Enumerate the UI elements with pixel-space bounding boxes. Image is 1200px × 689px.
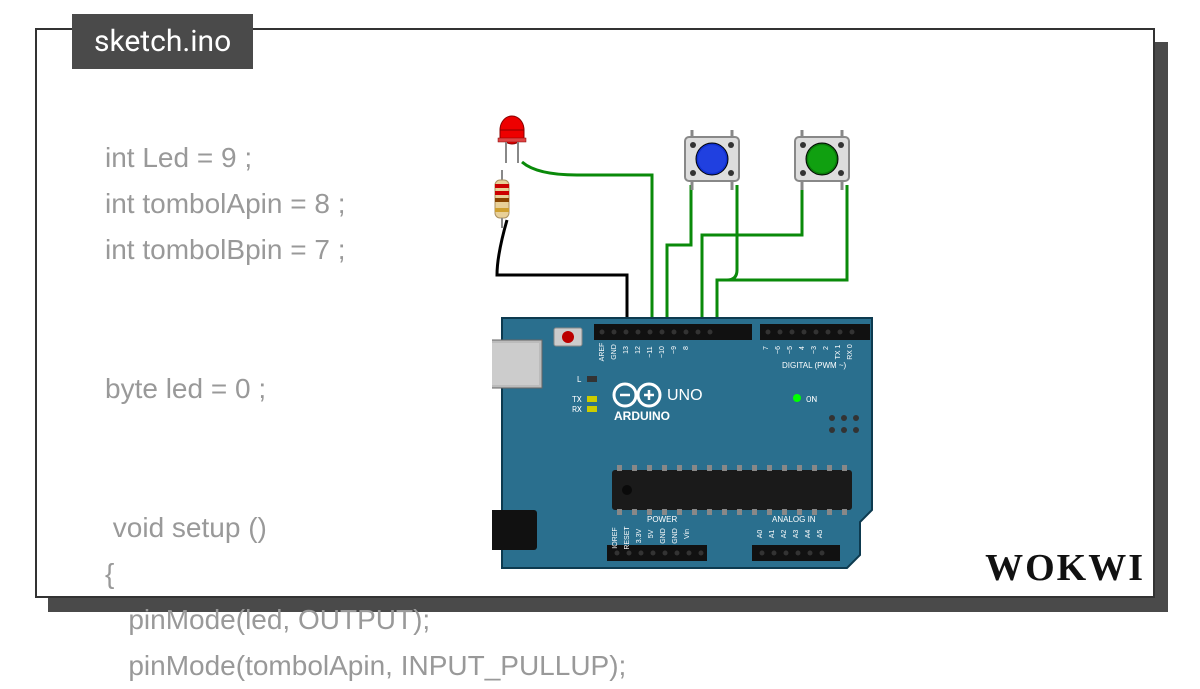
svg-text:A2: A2 bbox=[781, 530, 788, 539]
svg-text:GND: GND bbox=[611, 344, 618, 360]
svg-text:A1: A1 bbox=[769, 530, 776, 539]
wokwi-logo: WOKWI bbox=[985, 546, 1145, 590]
svg-text:GND: GND bbox=[660, 528, 667, 544]
board-brand-label: ARDUINO bbox=[614, 409, 670, 423]
svg-text:A5: A5 bbox=[817, 530, 824, 539]
svg-text:A3: A3 bbox=[793, 530, 800, 539]
svg-text:~10: ~10 bbox=[659, 346, 666, 358]
power-header-label: POWER bbox=[647, 515, 677, 524]
svg-text:A4: A4 bbox=[805, 530, 812, 539]
rx-led-label: RX bbox=[572, 405, 582, 414]
tx-led-label: TX bbox=[572, 395, 582, 404]
svg-text:13: 13 bbox=[623, 346, 630, 354]
svg-text:A0: A0 bbox=[757, 530, 764, 539]
svg-text:12: 12 bbox=[635, 346, 642, 354]
svg-text:8: 8 bbox=[683, 346, 690, 350]
svg-text:RESET: RESET bbox=[624, 526, 631, 550]
on-led-label: ON bbox=[806, 395, 818, 404]
svg-text:~11: ~11 bbox=[647, 346, 654, 357]
digital-header-label: DIGITAL (PWM ~) bbox=[782, 361, 847, 370]
svg-text:4: 4 bbox=[799, 346, 806, 350]
svg-text:AREF: AREF bbox=[599, 343, 606, 362]
svg-text:GND: GND bbox=[672, 528, 679, 544]
svg-text:3.3V: 3.3V bbox=[636, 528, 643, 543]
svg-text:IOREF: IOREF bbox=[612, 527, 619, 548]
arduino-uno-board[interactable]: AREF GND 13 12 ~11 ~10 ~9 8 7 ~6 ~5 4 ~3… bbox=[492, 310, 882, 575]
svg-text:RX 0: RX 0 bbox=[847, 344, 854, 360]
svg-text:~9: ~9 bbox=[671, 346, 678, 354]
l-led-label: L bbox=[577, 375, 582, 384]
pushbutton-blue[interactable] bbox=[677, 125, 747, 199]
svg-text:7: 7 bbox=[763, 346, 770, 350]
svg-text:Vin: Vin bbox=[684, 529, 691, 539]
svg-text:2: 2 bbox=[823, 346, 830, 350]
circuit-diagram: AREF GND 13 12 ~11 ~10 ~9 8 7 ~6 ~5 4 ~3… bbox=[447, 115, 1027, 535]
svg-text:~5: ~5 bbox=[787, 346, 794, 354]
file-tab-label: sketch.ino bbox=[94, 24, 231, 59]
svg-text:~6: ~6 bbox=[775, 346, 782, 354]
resistor[interactable] bbox=[487, 170, 517, 234]
file-tab[interactable]: sketch.ino bbox=[72, 14, 253, 69]
preview-card: int Led = 9 ; int tombolApin = 8 ; int t… bbox=[35, 28, 1155, 598]
svg-text:~3: ~3 bbox=[811, 346, 818, 354]
svg-text:5V: 5V bbox=[648, 529, 655, 538]
board-model-label: UNO bbox=[667, 387, 703, 404]
analog-header-label: ANALOG IN bbox=[772, 515, 816, 524]
pushbutton-green[interactable] bbox=[787, 125, 857, 199]
svg-text:TX 1: TX 1 bbox=[835, 345, 842, 360]
